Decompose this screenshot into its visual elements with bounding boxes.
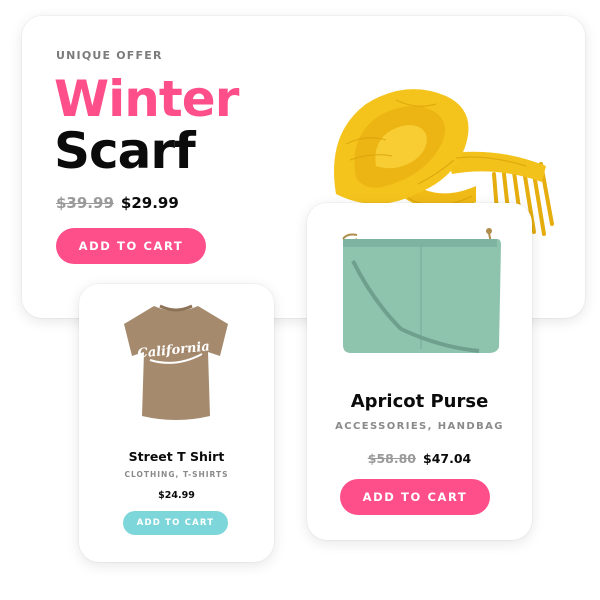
- purse-price: $58.80 $47.04: [307, 451, 532, 466]
- hero-title-line1: Winter: [54, 70, 239, 128]
- t-shirt-categories: CLOTHING, T-SHIRTS: [124, 470, 229, 479]
- purse-product-card: Apricot Purse ACCESSORIES, HANDBAG $58.8…: [307, 203, 532, 540]
- hero-title-line2: Scarf: [54, 122, 196, 180]
- hero-add-to-cart-button[interactable]: ADD TO CART: [56, 228, 206, 264]
- purse-current-price: $47.04: [423, 451, 472, 466]
- hero-old-price: $39.99: [56, 194, 114, 212]
- purse-name: Apricot Purse: [350, 391, 489, 412]
- hero-price: $39.99 $29.99: [56, 194, 179, 212]
- purse-old-price: $58.80: [367, 451, 416, 466]
- t-shirt-price: $24.99: [158, 490, 195, 501]
- t-shirt-add-to-cart-button[interactable]: ADD TO CART: [123, 511, 228, 535]
- t-shirt-image[interactable]: California: [116, 298, 236, 422]
- hero-current-price: $29.99: [120, 194, 179, 212]
- t-shirt-name: Street T Shirt: [128, 449, 225, 464]
- purse-image[interactable]: [329, 221, 505, 361]
- t-shirt-product-card: California Street T Shirt CLOTHING, T-SH…: [79, 284, 274, 562]
- purse-categories: ACCESSORIES, HANDBAG: [335, 421, 504, 432]
- hero-eyebrow: UNIQUE OFFER: [56, 49, 163, 62]
- purse-add-to-cart-button[interactable]: ADD TO CART: [340, 479, 490, 515]
